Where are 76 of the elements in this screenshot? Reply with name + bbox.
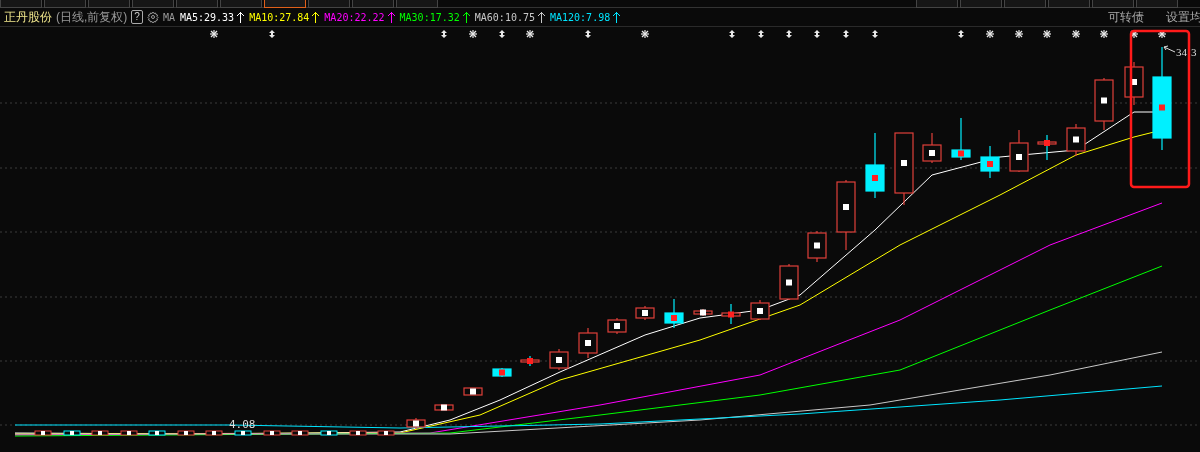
candlestick	[349, 430, 367, 436]
star-marker-icon	[1042, 29, 1052, 39]
tab[interactable]	[264, 0, 306, 8]
high-price-label: 34	[1176, 46, 1187, 58]
candlestick	[291, 430, 309, 436]
star-marker-icon	[1099, 29, 1109, 39]
candlestick	[1037, 134, 1057, 161]
candlestick	[492, 367, 512, 378]
candlestick	[34, 430, 52, 436]
star-marker-icon	[1157, 29, 1167, 39]
updown-arrow-icon	[872, 30, 878, 38]
candlestick	[263, 430, 281, 436]
star-marker-icon	[985, 29, 995, 39]
candlestick	[578, 327, 598, 359]
candlestick	[635, 305, 655, 321]
candlestick	[549, 348, 569, 371]
candlestick	[951, 117, 971, 161]
candlestick	[1009, 129, 1029, 173]
star-marker-icon	[1071, 29, 1081, 39]
candlestick	[177, 430, 195, 436]
candlestick	[607, 317, 627, 335]
candlestick	[980, 145, 1000, 179]
candlestick	[205, 430, 223, 436]
moving-average-value: MA60:10.75	[474, 10, 535, 25]
updown-arrow-icon	[269, 30, 275, 38]
candlestick	[63, 430, 81, 436]
toolbar-link[interactable]: 可转债	[1108, 8, 1144, 26]
moving-average-value: MA120:7.98	[550, 10, 611, 25]
updown-arrow-icon	[729, 30, 735, 38]
stock-name: 正丹股份	[4, 9, 52, 26]
star-marker-icon	[640, 29, 650, 39]
candlestick	[664, 298, 684, 329]
candlestick	[1124, 61, 1144, 106]
candlestick	[693, 308, 713, 317]
chart-mode: (日线,前复权)	[56, 9, 128, 26]
candlestick	[836, 179, 856, 251]
candlestick	[234, 430, 252, 436]
updown-arrow-icon	[441, 30, 447, 38]
candlestick	[779, 263, 799, 301]
updown-arrow-icon	[585, 30, 591, 38]
candlestick	[406, 417, 426, 430]
moving-average-value: MA10:27.84	[249, 10, 310, 25]
star-marker-icon	[1014, 29, 1024, 39]
leader-line	[1163, 45, 1176, 53]
candlestick	[120, 430, 138, 436]
candlestick	[922, 132, 942, 164]
moving-average-value: MA5:29.33	[179, 10, 235, 25]
star-marker-icon	[1129, 29, 1139, 39]
candlestick	[463, 387, 483, 396]
updown-arrow-icon	[814, 30, 820, 38]
updown-arrow-icon	[786, 30, 792, 38]
updown-arrow-icon	[843, 30, 849, 38]
candlestick	[320, 430, 338, 436]
candlestick	[721, 303, 741, 325]
moving-average-value: MA30:17.32	[399, 10, 460, 25]
moving-average-value: MA20:22.22	[324, 10, 385, 25]
candlestick	[148, 430, 166, 436]
high-price-label: 3	[1191, 46, 1197, 58]
candlestick	[750, 299, 770, 321]
star-marker-icon	[525, 29, 535, 39]
candlestick	[865, 132, 885, 199]
candlestick	[807, 230, 827, 263]
candlestick	[91, 430, 109, 436]
candlestick	[434, 404, 454, 411]
star-marker-icon	[209, 29, 219, 39]
candlestick	[1066, 123, 1086, 157]
ma-label: MA	[162, 10, 175, 25]
candlestick	[520, 355, 540, 367]
help-button[interactable]: ?	[131, 10, 143, 24]
settings-icon[interactable]	[146, 11, 159, 23]
updown-arrow-icon	[758, 30, 764, 38]
candlestick	[1094, 77, 1114, 131]
updown-arrow-icon	[958, 30, 964, 38]
updown-arrow-icon	[499, 30, 505, 38]
star-marker-icon	[468, 29, 478, 39]
candlestick	[377, 430, 395, 436]
